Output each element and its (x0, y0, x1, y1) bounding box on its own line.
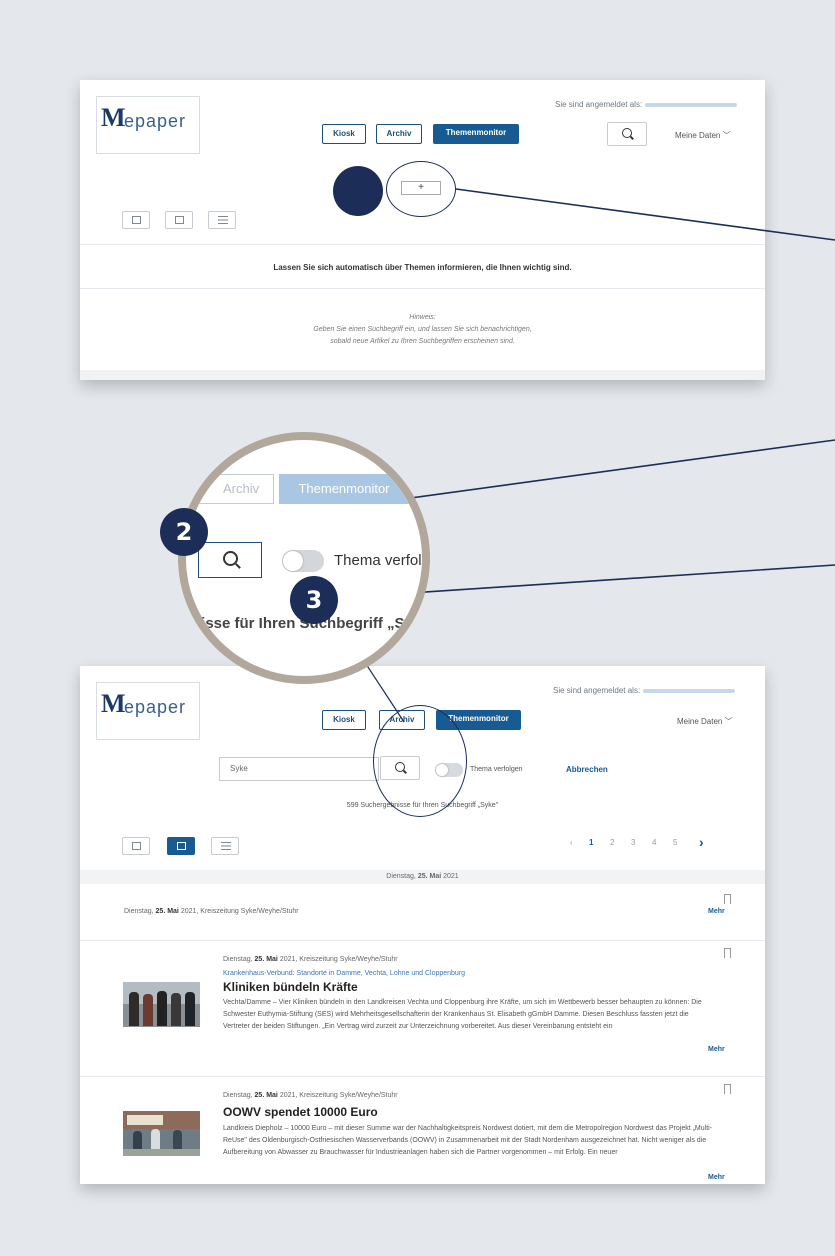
zoom-follow-toggle (282, 550, 324, 572)
zoom-search-button (198, 542, 262, 578)
zoom-follow-label: Thema verfolgen (334, 552, 430, 569)
magnifier-zoom: Archiv Themenmonitor Thema verfolgen nis… (178, 432, 430, 684)
zoom-nav-archiv: Archiv (186, 474, 274, 504)
zoom-nav-themenmonitor: Themenmonitor (279, 474, 409, 504)
callout-3: 3 (290, 576, 338, 624)
callout-2: 2 (160, 508, 208, 556)
